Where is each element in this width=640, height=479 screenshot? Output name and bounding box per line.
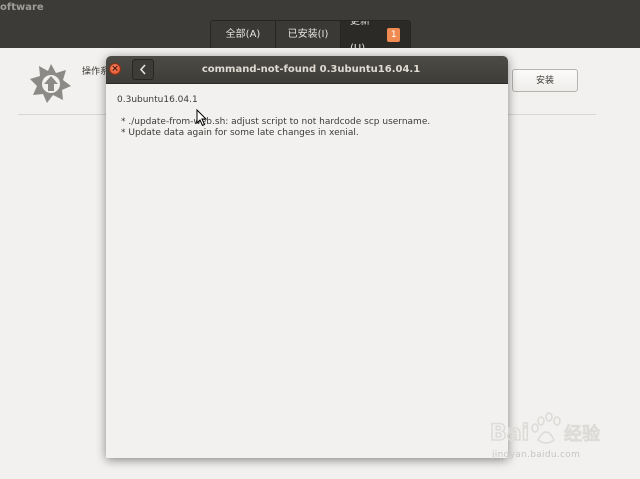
- watermark-url: jingyan.baidu.com: [492, 450, 581, 460]
- dialog-title: command-not-found 0.3ubuntu16.04.1: [201, 64, 421, 75]
- back-button[interactable]: [132, 59, 154, 80]
- changelog-list: * ./update-from-web.sh: adjust script to…: [117, 117, 497, 139]
- tab-updates-label: 更新(U): [350, 20, 370, 49]
- baidu-watermark: Bai 经验 jingyan.baidu.com: [490, 408, 606, 464]
- baidu-jingyan-logo: Bai 经验: [490, 412, 601, 447]
- app-header-bar: oftware 全部(A) 已安装(I) 更新(U) 1: [0, 0, 640, 49]
- chevron-left-icon: [139, 64, 146, 75]
- close-icon: ×: [111, 64, 119, 74]
- tab-installed-label: 已安装(I): [287, 29, 329, 40]
- close-button[interactable]: ×: [109, 63, 121, 75]
- changelog-line: * ./update-from-web.sh: adjust script to…: [121, 117, 431, 127]
- view-switcher: 全部(A) 已安装(I) 更新(U) 1: [210, 20, 411, 49]
- app-title: oftware: [0, 2, 44, 13]
- tab-updates[interactable]: 更新(U) 1: [341, 21, 410, 48]
- tab-all[interactable]: 全部(A): [211, 21, 276, 48]
- version-text: 0.3ubuntu16.04.1: [117, 95, 198, 105]
- tab-installed[interactable]: 已安装(I): [276, 21, 341, 48]
- dialog-content: 0.3ubuntu16.04.1 * ./update-from-web.sh:…: [117, 95, 497, 139]
- install-button[interactable]: 安装: [512, 69, 578, 92]
- changelog-line: * Update data again for some late change…: [121, 128, 359, 138]
- svg-text:经验: 经验: [564, 424, 600, 445]
- mouse-pointer-icon: [196, 109, 208, 127]
- update-item-name: 操作系: [82, 67, 106, 77]
- updates-count-badge: 1: [387, 27, 400, 42]
- os-update-icon: [30, 64, 71, 103]
- dialog-titlebar: × command-not-found 0.3ubuntu16.04.1: [106, 56, 508, 84]
- tab-all-label: 全部(A): [225, 29, 261, 40]
- changelog-dialog: × command-not-found 0.3ubuntu16.04.1 0.3…: [106, 56, 508, 458]
- svg-text:Bai: Bai: [490, 421, 529, 446]
